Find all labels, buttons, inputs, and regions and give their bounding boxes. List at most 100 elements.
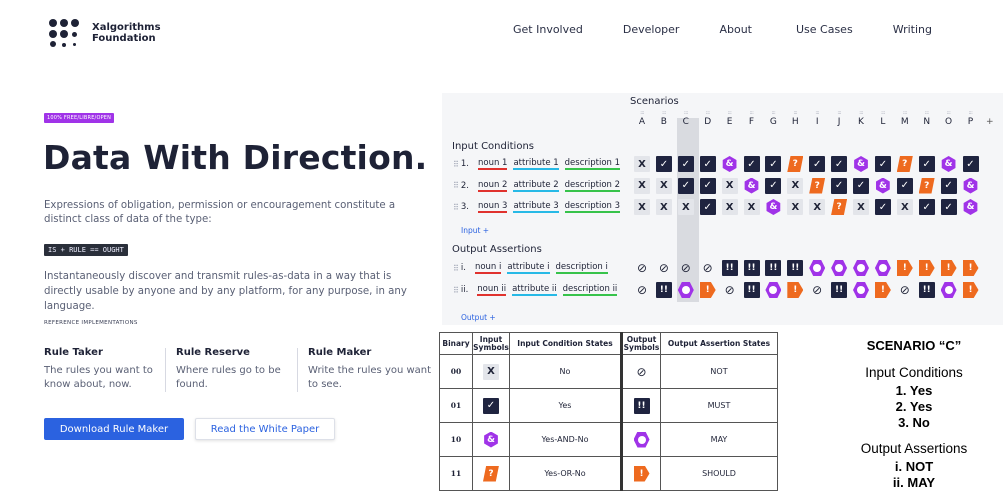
no-x-icon[interactable]: X [787, 199, 804, 215]
no-x-icon[interactable]: X [634, 177, 650, 194]
scenario-column-header[interactable]: ::: B [653, 110, 675, 128]
no-x-icon[interactable]: X [677, 199, 694, 215]
yes-and-no-icon[interactable]: & [941, 156, 957, 172]
scenario-column-header[interactable]: ::: M [894, 110, 916, 128]
may-icon[interactable] [678, 282, 694, 298]
yes-check-icon[interactable]: ✓ [699, 199, 716, 215]
no-x-icon[interactable]: X [787, 177, 804, 194]
noun-field[interactable]: noun 1 [477, 158, 508, 170]
yes-check-icon[interactable]: ✓ [918, 156, 935, 172]
yes-and-no-icon[interactable]: & [722, 156, 738, 172]
no-x-icon[interactable]: X [721, 177, 738, 194]
not-icon[interactable]: ⊘ [809, 282, 825, 298]
may-icon[interactable] [831, 260, 847, 276]
nav-use-cases[interactable]: Use Cases [796, 23, 853, 36]
output-row-label[interactable]: ⠿ ii. noun ii attribute ii description ii [453, 283, 623, 297]
yes-check-icon[interactable]: ✓ [874, 156, 891, 172]
scenario-column-header[interactable]: ::: L [872, 110, 894, 128]
add-output-link[interactable]: Output + [461, 313, 496, 322]
scenario-column-header[interactable]: ::: A [631, 110, 653, 128]
must-icon[interactable]: !! [721, 260, 738, 276]
description-field[interactable]: description ii [562, 284, 618, 296]
should-icon[interactable]: ! [919, 260, 935, 276]
yes-check-icon[interactable]: ✓ [655, 156, 672, 172]
drag-handle-icon[interactable]: ⠿ [453, 203, 459, 212]
yes-and-no-icon[interactable]: & [963, 178, 979, 194]
should-icon[interactable]: ! [941, 260, 957, 276]
yes-and-no-icon[interactable]: & [853, 156, 869, 172]
yes-check-icon[interactable]: ✓ [483, 397, 499, 414]
no-x-icon[interactable]: X [483, 363, 499, 380]
no-x-icon[interactable]: X [853, 199, 869, 215]
not-icon[interactable]: ⊘ [634, 282, 650, 298]
scenario-column-header[interactable]: ::: P [960, 110, 982, 128]
must-icon[interactable]: !! [787, 260, 804, 276]
must-icon[interactable]: !! [743, 282, 760, 298]
scenario-column-header[interactable]: ::: O [938, 110, 960, 128]
yes-check-icon[interactable]: ✓ [962, 156, 979, 172]
noun-field[interactable]: noun 3 [477, 201, 508, 213]
may-icon[interactable] [634, 432, 650, 448]
no-x-icon[interactable]: X [655, 177, 672, 194]
not-icon[interactable]: ⊘ [634, 364, 650, 380]
nav-about[interactable]: About [719, 23, 752, 36]
may-icon[interactable] [853, 282, 869, 298]
yes-or-no-icon[interactable]: ? [831, 199, 847, 215]
logo[interactable]: Xalgorithms Foundation [48, 19, 161, 47]
nav-developer[interactable]: Developer [623, 23, 680, 36]
may-icon[interactable] [875, 260, 891, 276]
should-icon[interactable]: ! [700, 282, 716, 298]
not-icon[interactable]: ⊘ [656, 260, 672, 276]
yes-check-icon[interactable]: ✓ [677, 156, 694, 172]
yes-check-icon[interactable]: ✓ [831, 177, 848, 194]
should-icon[interactable]: ! [875, 282, 891, 298]
scenario-column-header[interactable]: ::: C [675, 110, 697, 128]
scenario-column-header[interactable]: ::: H [784, 110, 806, 128]
may-icon[interactable] [809, 260, 825, 276]
input-row-label[interactable]: ⠿ 1. noun 1 attribute 1 description 1 [453, 157, 626, 171]
attribute-field[interactable]: attribute 3 [513, 201, 559, 213]
no-x-icon[interactable]: X [809, 199, 826, 215]
yes-or-no-icon[interactable]: ? [919, 178, 935, 194]
scenario-column-header[interactable]: ::: F [741, 110, 763, 128]
yes-check-icon[interactable]: ✓ [765, 177, 782, 194]
add-input-link[interactable]: Input + [461, 226, 489, 235]
scenario-column-header[interactable]: ::: I [806, 110, 828, 128]
nav-get-involved[interactable]: Get Involved [513, 23, 583, 36]
scenario-column-header[interactable]: ::: E [719, 110, 741, 128]
should-icon[interactable]: ! [963, 282, 979, 298]
attribute-field[interactable]: attribute i [507, 262, 550, 274]
not-icon[interactable]: ⊘ [897, 282, 913, 298]
may-icon[interactable] [853, 260, 869, 276]
scenario-column-header[interactable]: ::: K [850, 110, 872, 128]
must-icon[interactable]: !! [831, 282, 848, 298]
yes-check-icon[interactable]: ✓ [896, 177, 913, 194]
description-field[interactable]: description 3 [564, 201, 621, 213]
may-icon[interactable] [765, 282, 781, 298]
description-field[interactable]: description 1 [564, 158, 621, 170]
impl-rule-taker[interactable]: Rule Taker The rules you want to know ab… [44, 347, 169, 392]
add-scenario-button[interactable]: + [986, 117, 994, 127]
no-x-icon[interactable]: X [721, 199, 738, 215]
yes-check-icon[interactable]: ✓ [809, 156, 826, 172]
drag-handle-icon[interactable]: ⠿ [453, 160, 459, 169]
not-icon[interactable]: ⊘ [700, 260, 716, 276]
should-icon[interactable]: ! [963, 260, 979, 276]
scenario-column-header[interactable]: ::: J [828, 110, 850, 128]
noun-field[interactable]: noun i [474, 262, 502, 274]
yes-check-icon[interactable]: ✓ [918, 199, 935, 215]
should-icon[interactable]: ! [634, 466, 650, 482]
attribute-field[interactable]: attribute 1 [513, 158, 559, 170]
must-icon[interactable]: !! [918, 282, 935, 298]
yes-or-no-icon[interactable]: ? [483, 466, 499, 482]
may-icon[interactable] [941, 282, 957, 298]
yes-and-no-icon[interactable]: & [963, 199, 979, 215]
yes-check-icon[interactable]: ✓ [940, 199, 957, 215]
should-icon[interactable]: ! [897, 260, 913, 276]
no-x-icon[interactable]: X [896, 199, 913, 215]
impl-rule-reserve[interactable]: Rule Reserve Where rules go to be found. [176, 347, 301, 392]
nav-writing[interactable]: Writing [893, 23, 932, 36]
impl-rule-maker[interactable]: Rule Maker Write the rules you want to s… [308, 347, 433, 392]
yes-and-no-icon[interactable]: & [744, 178, 760, 194]
attribute-field[interactable]: attribute 2 [513, 180, 559, 192]
